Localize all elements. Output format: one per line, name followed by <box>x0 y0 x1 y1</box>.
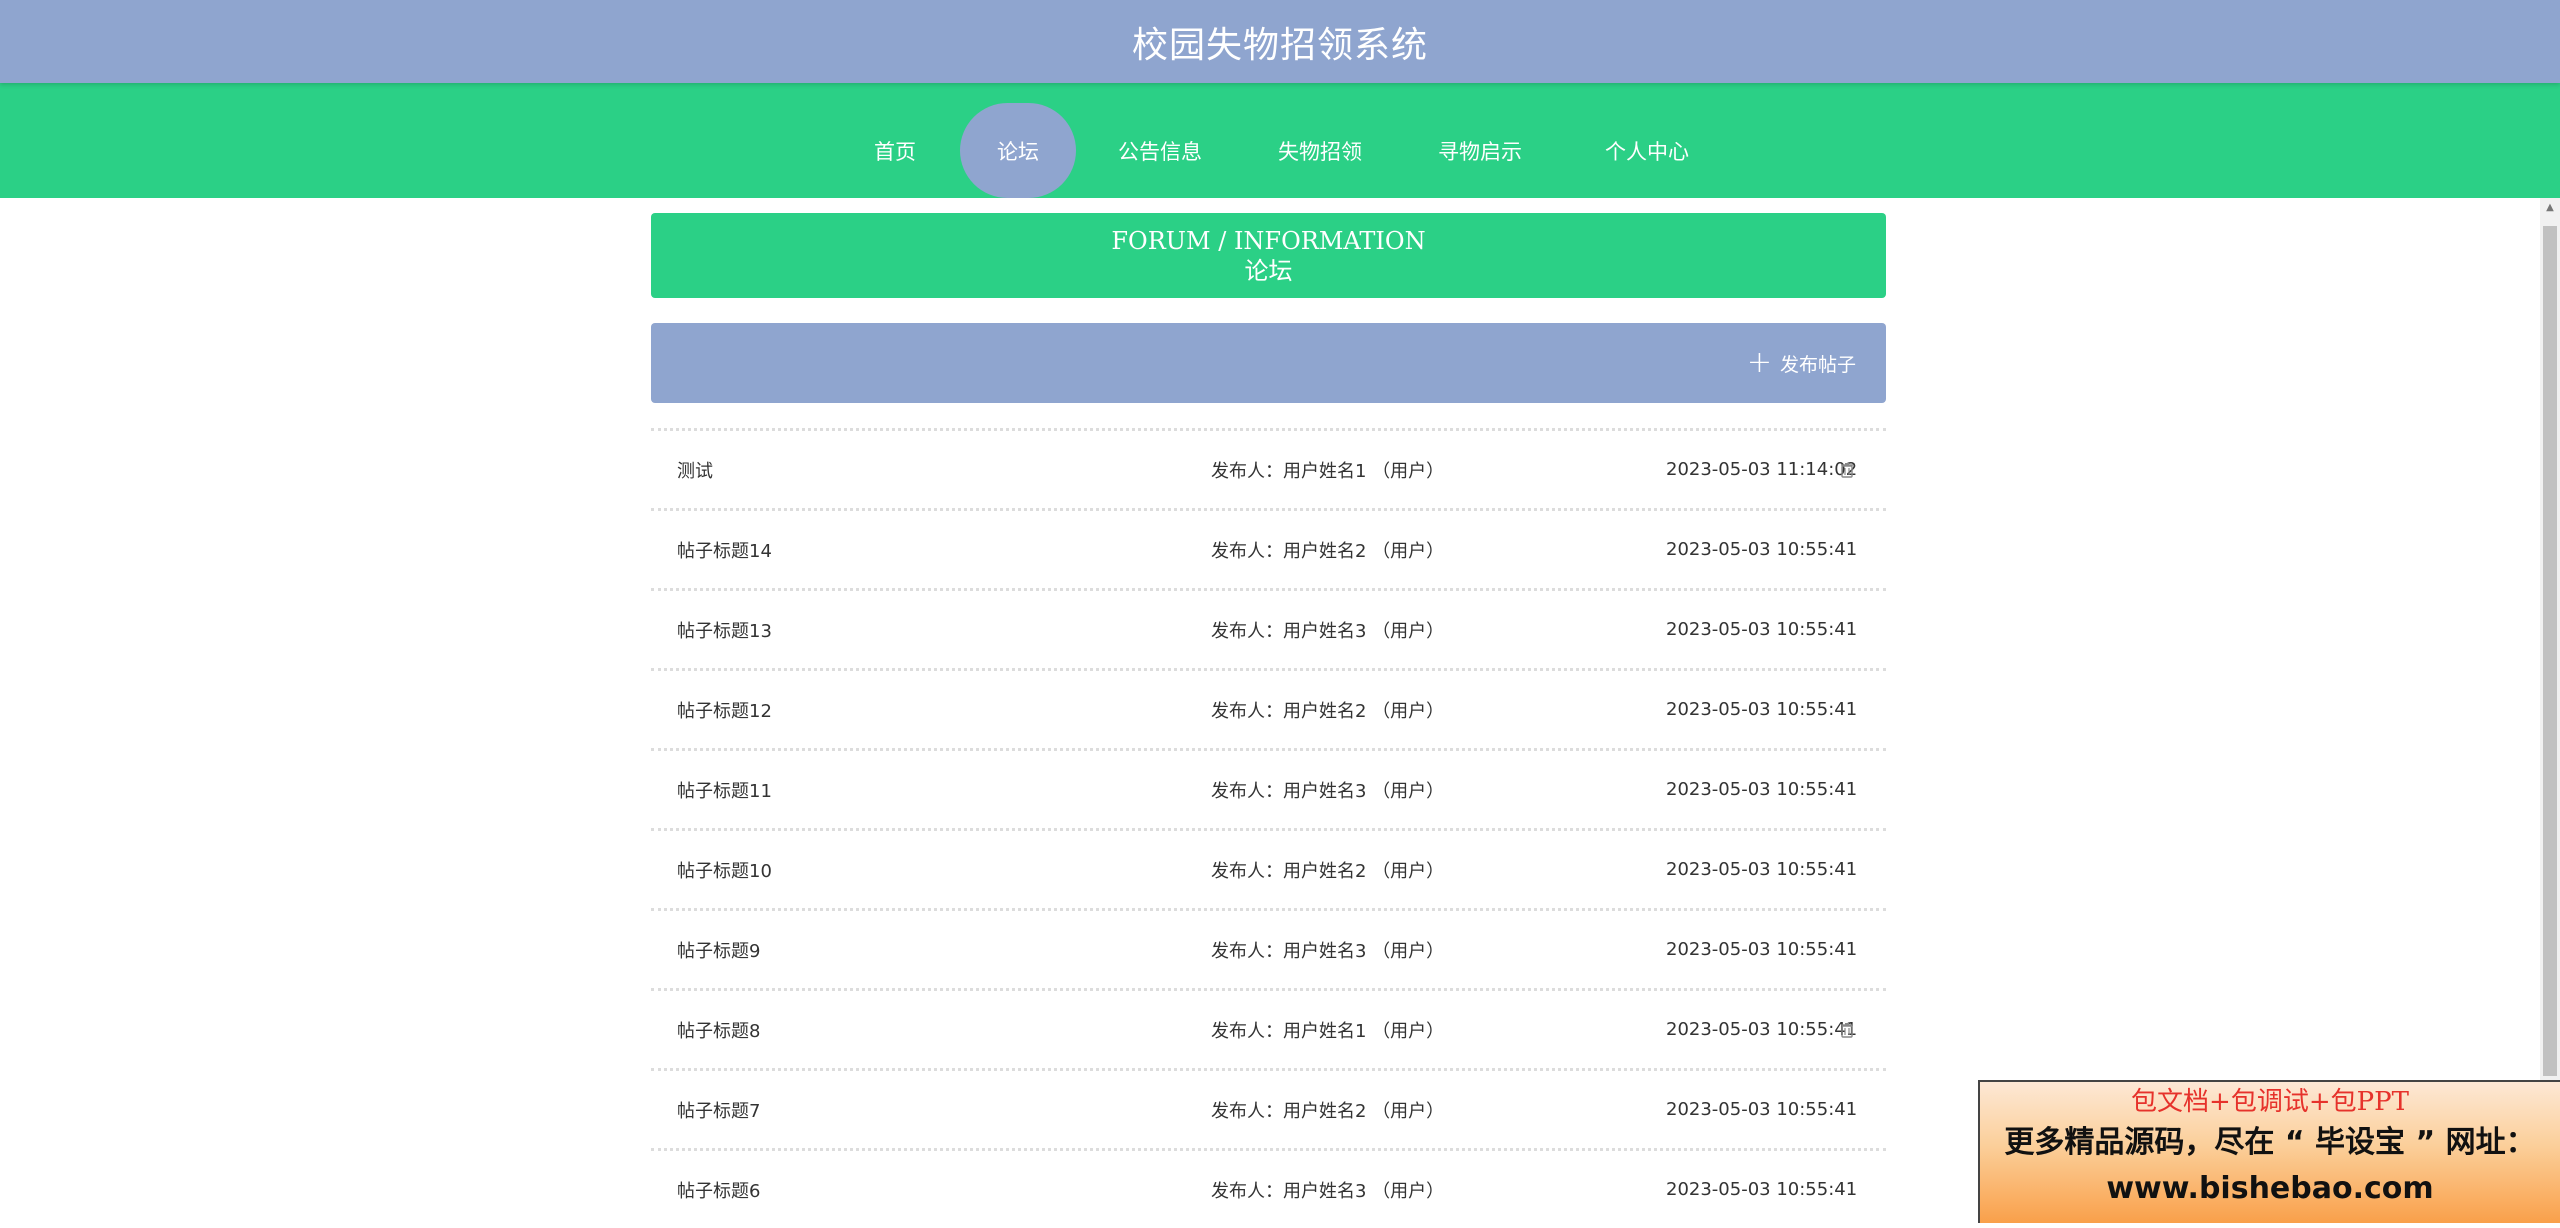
post-author: 发布人：用户姓名2 （用户） <box>1211 1100 1445 1122</box>
post-time: 2023-05-03 10:55:41 <box>1666 1099 1858 1120</box>
publish-post-label: 发布帖子 <box>1779 353 1856 376</box>
site-header: 校园失物招领系统 <box>0 0 2560 83</box>
delete-post-icon[interactable] <box>1839 991 1855 1068</box>
post-author: 发布人：用户姓名3 （用户） <box>1211 940 1445 962</box>
forum-content: FORUM / INFORMATION 论坛 + 发布帖子 测试 发布人：用户姓… <box>651 213 1886 1228</box>
post-author: 发布人：用户姓名1 （用户） <box>1211 460 1445 482</box>
post-time: 2023-05-03 10:55:41 <box>1666 619 1858 640</box>
nav-profile[interactable]: 个人中心 <box>1597 103 1697 198</box>
plus-icon: + <box>1746 345 1772 380</box>
post-title[interactable]: 帖子标题12 <box>677 671 772 748</box>
post-row[interactable]: 帖子标题11 发布人：用户姓名3 （用户） 2023-05-03 10:55:4… <box>651 748 1886 828</box>
post-title[interactable]: 帖子标题13 <box>677 591 772 668</box>
publish-post-button[interactable]: + 发布帖子 <box>1747 323 1856 403</box>
post-row[interactable]: 帖子标题6 发布人：用户姓名3 （用户） 2023-05-03 10:55:41 <box>651 1148 1886 1228</box>
post-author: 发布人：用户姓名1 （用户） <box>1211 1020 1445 1042</box>
post-title[interactable]: 帖子标题7 <box>677 1071 760 1148</box>
scroll-up-arrow-icon[interactable]: ▲ <box>2540 198 2560 216</box>
post-time: 2023-05-03 10:55:41 <box>1666 779 1858 800</box>
post-row[interactable]: 帖子标题8 发布人：用户姓名1 （用户） 2023-05-03 10:55:41 <box>651 988 1886 1068</box>
post-row[interactable]: 测试 发布人：用户姓名1 （用户） 2023-05-03 11:14:02 <box>651 428 1886 508</box>
promo-line-2: 更多精品源码，尽在 “ 毕设宝 ” 网址： <box>2004 1125 2536 1160</box>
post-row[interactable]: 帖子标题14 发布人：用户姓名2 （用户） 2023-05-03 10:55:4… <box>651 508 1886 588</box>
nav-forum[interactable]: 论坛 <box>960 103 1076 198</box>
page-scrollbar[interactable]: ▲ <box>2540 198 2560 1223</box>
post-list: 测试 发布人：用户姓名1 （用户） 2023-05-03 11:14:02 帖子… <box>651 428 1886 1228</box>
scrollbar-thumb[interactable] <box>2543 226 2557 1076</box>
post-time: 2023-05-03 11:14:02 <box>1666 459 1858 480</box>
site-title: 校园失物招领系统 <box>1131 24 1428 66</box>
post-title[interactable]: 帖子标题6 <box>677 1151 760 1228</box>
post-author: 发布人：用户姓名3 （用户） <box>1211 780 1445 802</box>
nav-lost-found[interactable]: 失物招领 <box>1270 103 1370 198</box>
post-author: 发布人：用户姓名3 （用户） <box>1211 620 1445 642</box>
banner-title-cn: 论坛 <box>1244 256 1293 285</box>
forum-banner: FORUM / INFORMATION 论坛 <box>651 213 1886 298</box>
post-row[interactable]: 帖子标题12 发布人：用户姓名2 （用户） 2023-05-03 10:55:4… <box>651 668 1886 748</box>
post-row[interactable]: 帖子标题9 发布人：用户姓名3 （用户） 2023-05-03 10:55:41 <box>651 908 1886 988</box>
post-title[interactable]: 帖子标题10 <box>677 831 772 908</box>
post-author: 发布人：用户姓名2 （用户） <box>1211 860 1445 882</box>
post-title[interactable]: 帖子标题8 <box>677 991 760 1068</box>
post-time: 2023-05-03 10:55:41 <box>1666 1179 1858 1200</box>
post-row[interactable]: 帖子标题13 发布人：用户姓名3 （用户） 2023-05-03 10:55:4… <box>651 588 1886 668</box>
promo-banner[interactable]: 包文档+包调试+包PPT 更多精品源码，尽在 “ 毕设宝 ” 网址： www.b… <box>1978 1080 2560 1223</box>
post-title[interactable]: 测试 <box>677 431 713 508</box>
nav-home[interactable]: 首页 <box>855 103 935 198</box>
post-time: 2023-05-03 10:55:41 <box>1666 939 1858 960</box>
post-time: 2023-05-03 10:55:41 <box>1666 539 1858 560</box>
post-author: 发布人：用户姓名2 （用户） <box>1211 700 1445 722</box>
post-title[interactable]: 帖子标题9 <box>677 911 760 988</box>
promo-line-1: 包文档+包调试+包PPT <box>2131 1087 2409 1117</box>
post-time: 2023-05-03 10:55:41 <box>1666 1019 1858 1040</box>
post-row[interactable]: 帖子标题10 发布人：用户姓名2 （用户） 2023-05-03 10:55:4… <box>651 828 1886 908</box>
post-time: 2023-05-03 10:55:41 <box>1666 859 1858 880</box>
nav-notices[interactable]: 公告信息 <box>1110 103 1210 198</box>
post-time: 2023-05-03 10:55:41 <box>1666 699 1858 720</box>
post-author: 发布人：用户姓名2 （用户） <box>1211 540 1445 562</box>
forum-toolbar: + 发布帖子 <box>651 323 1886 403</box>
post-row[interactable]: 帖子标题7 发布人：用户姓名2 （用户） 2023-05-03 10:55:41 <box>651 1068 1886 1148</box>
nav-lost-notice[interactable]: 寻物启示 <box>1430 103 1530 198</box>
post-title[interactable]: 帖子标题14 <box>677 511 772 588</box>
main-nav: 首页 论坛 公告信息 失物招领 寻物启示 个人中心 <box>0 83 2560 198</box>
delete-post-icon[interactable] <box>1839 431 1855 508</box>
promo-url[interactable]: www.bishebao.com <box>1980 1166 2560 1212</box>
banner-title-en: FORUM / INFORMATION <box>1111 226 1426 255</box>
post-author: 发布人：用户姓名3 （用户） <box>1211 1180 1445 1202</box>
post-title[interactable]: 帖子标题11 <box>677 751 772 828</box>
